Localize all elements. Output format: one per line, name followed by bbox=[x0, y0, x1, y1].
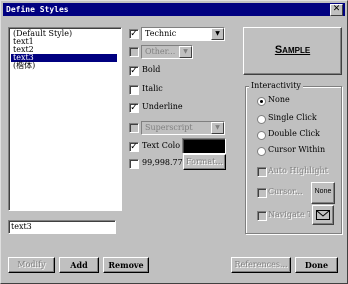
underline-label: Underline bbox=[142, 102, 183, 111]
radio-none-label: None bbox=[268, 95, 290, 104]
navigate-checkbox[interactable] bbox=[257, 211, 267, 221]
references-button[interactable]: References... bbox=[231, 257, 291, 273]
check-icon: ✓ bbox=[130, 142, 138, 152]
other-select[interactable]: Other... ▼ bbox=[141, 45, 193, 59]
check-icon: ✓ bbox=[130, 103, 138, 113]
style-name-value: text3 bbox=[11, 222, 32, 231]
other-select-label: Other... bbox=[145, 47, 176, 56]
interactivity-title: Interactivity bbox=[249, 81, 303, 90]
superscript-checkbox[interactable] bbox=[129, 123, 139, 133]
sample-text: Sample bbox=[274, 44, 311, 56]
envelope-icon bbox=[316, 210, 330, 220]
auto-highlight-label: Auto Highlight bbox=[268, 166, 328, 175]
radio-none[interactable] bbox=[257, 97, 266, 106]
radio-double-click[interactable] bbox=[257, 131, 266, 140]
list-item[interactable]: (楷体) bbox=[11, 62, 35, 70]
italic-label: Italic bbox=[142, 84, 163, 93]
done-button[interactable]: Done bbox=[295, 257, 338, 273]
format-button-label: Format... bbox=[186, 157, 223, 166]
close-button[interactable]: ✕ bbox=[330, 4, 343, 16]
styles-list[interactable]: (Default Style) text1 text2 text3 (楷体) bbox=[8, 27, 122, 211]
modify-button-label: Modify bbox=[17, 260, 46, 269]
radio-single-click[interactable] bbox=[257, 115, 266, 124]
cursor-none-button[interactable]: None bbox=[311, 182, 335, 204]
window-title: Define Styles bbox=[6, 5, 69, 14]
other-checkbox[interactable] bbox=[129, 47, 139, 57]
bold-label: Bold bbox=[142, 65, 161, 74]
style-name-input[interactable]: text3 bbox=[8, 220, 116, 234]
font-select-value: Technic bbox=[145, 29, 177, 38]
font-select[interactable]: Technic ▼ bbox=[141, 27, 225, 41]
bold-checkbox[interactable]: ✓ bbox=[129, 66, 139, 76]
number-format-checkbox[interactable] bbox=[129, 159, 139, 169]
cursor-checkbox[interactable] bbox=[257, 188, 267, 198]
check-icon: ✓ bbox=[130, 29, 138, 39]
chevron-down-icon[interactable]: ▼ bbox=[211, 122, 224, 134]
radio-single-click-label: Single Click bbox=[268, 113, 317, 122]
check-icon: ✓ bbox=[130, 66, 138, 76]
superscript-select-value: Superscript bbox=[145, 123, 193, 132]
text-color-checkbox[interactable]: ✓ bbox=[129, 142, 139, 152]
radio-cursor-within-label: Cursor Within bbox=[268, 145, 326, 154]
title-bar: Define Styles ✕ bbox=[3, 3, 345, 16]
cursor-label: Cursor... bbox=[268, 187, 303, 196]
done-button-label: Done bbox=[304, 260, 329, 270]
define-styles-window: Define Styles ✕ (Default Style) text1 te… bbox=[0, 0, 348, 284]
navigate-target-button[interactable] bbox=[312, 205, 334, 225]
radio-double-click-label: Double Click bbox=[268, 129, 320, 138]
modify-button[interactable]: Modify bbox=[8, 257, 55, 273]
text-color-label: Text Color bbox=[142, 141, 180, 150]
navigate-label: Navigate To... bbox=[268, 210, 310, 219]
chevron-down-icon[interactable]: ▼ bbox=[179, 46, 192, 58]
auto-highlight-checkbox[interactable] bbox=[257, 167, 267, 177]
add-button[interactable]: Add bbox=[59, 257, 99, 273]
format-button[interactable]: Format... bbox=[183, 154, 226, 170]
remove-button[interactable]: Remove bbox=[103, 257, 149, 273]
add-button-label: Add bbox=[70, 260, 88, 270]
remove-button-label: Remove bbox=[108, 260, 144, 270]
superscript-select[interactable]: Superscript ▼ bbox=[141, 121, 225, 135]
number-format-label: 99,998.77 bbox=[142, 158, 183, 167]
underline-checkbox[interactable]: ✓ bbox=[129, 103, 139, 113]
cursor-none-label: None bbox=[314, 188, 332, 195]
close-icon: ✕ bbox=[332, 4, 341, 14]
sample-preview: Sample bbox=[243, 27, 342, 75]
italic-checkbox[interactable] bbox=[129, 85, 139, 95]
font-checkbox[interactable]: ✓ bbox=[129, 29, 139, 39]
chevron-down-icon[interactable]: ▼ bbox=[211, 28, 224, 40]
radio-cursor-within[interactable] bbox=[257, 147, 266, 156]
text-color-swatch[interactable] bbox=[182, 138, 226, 154]
references-button-label: References... bbox=[234, 260, 288, 269]
